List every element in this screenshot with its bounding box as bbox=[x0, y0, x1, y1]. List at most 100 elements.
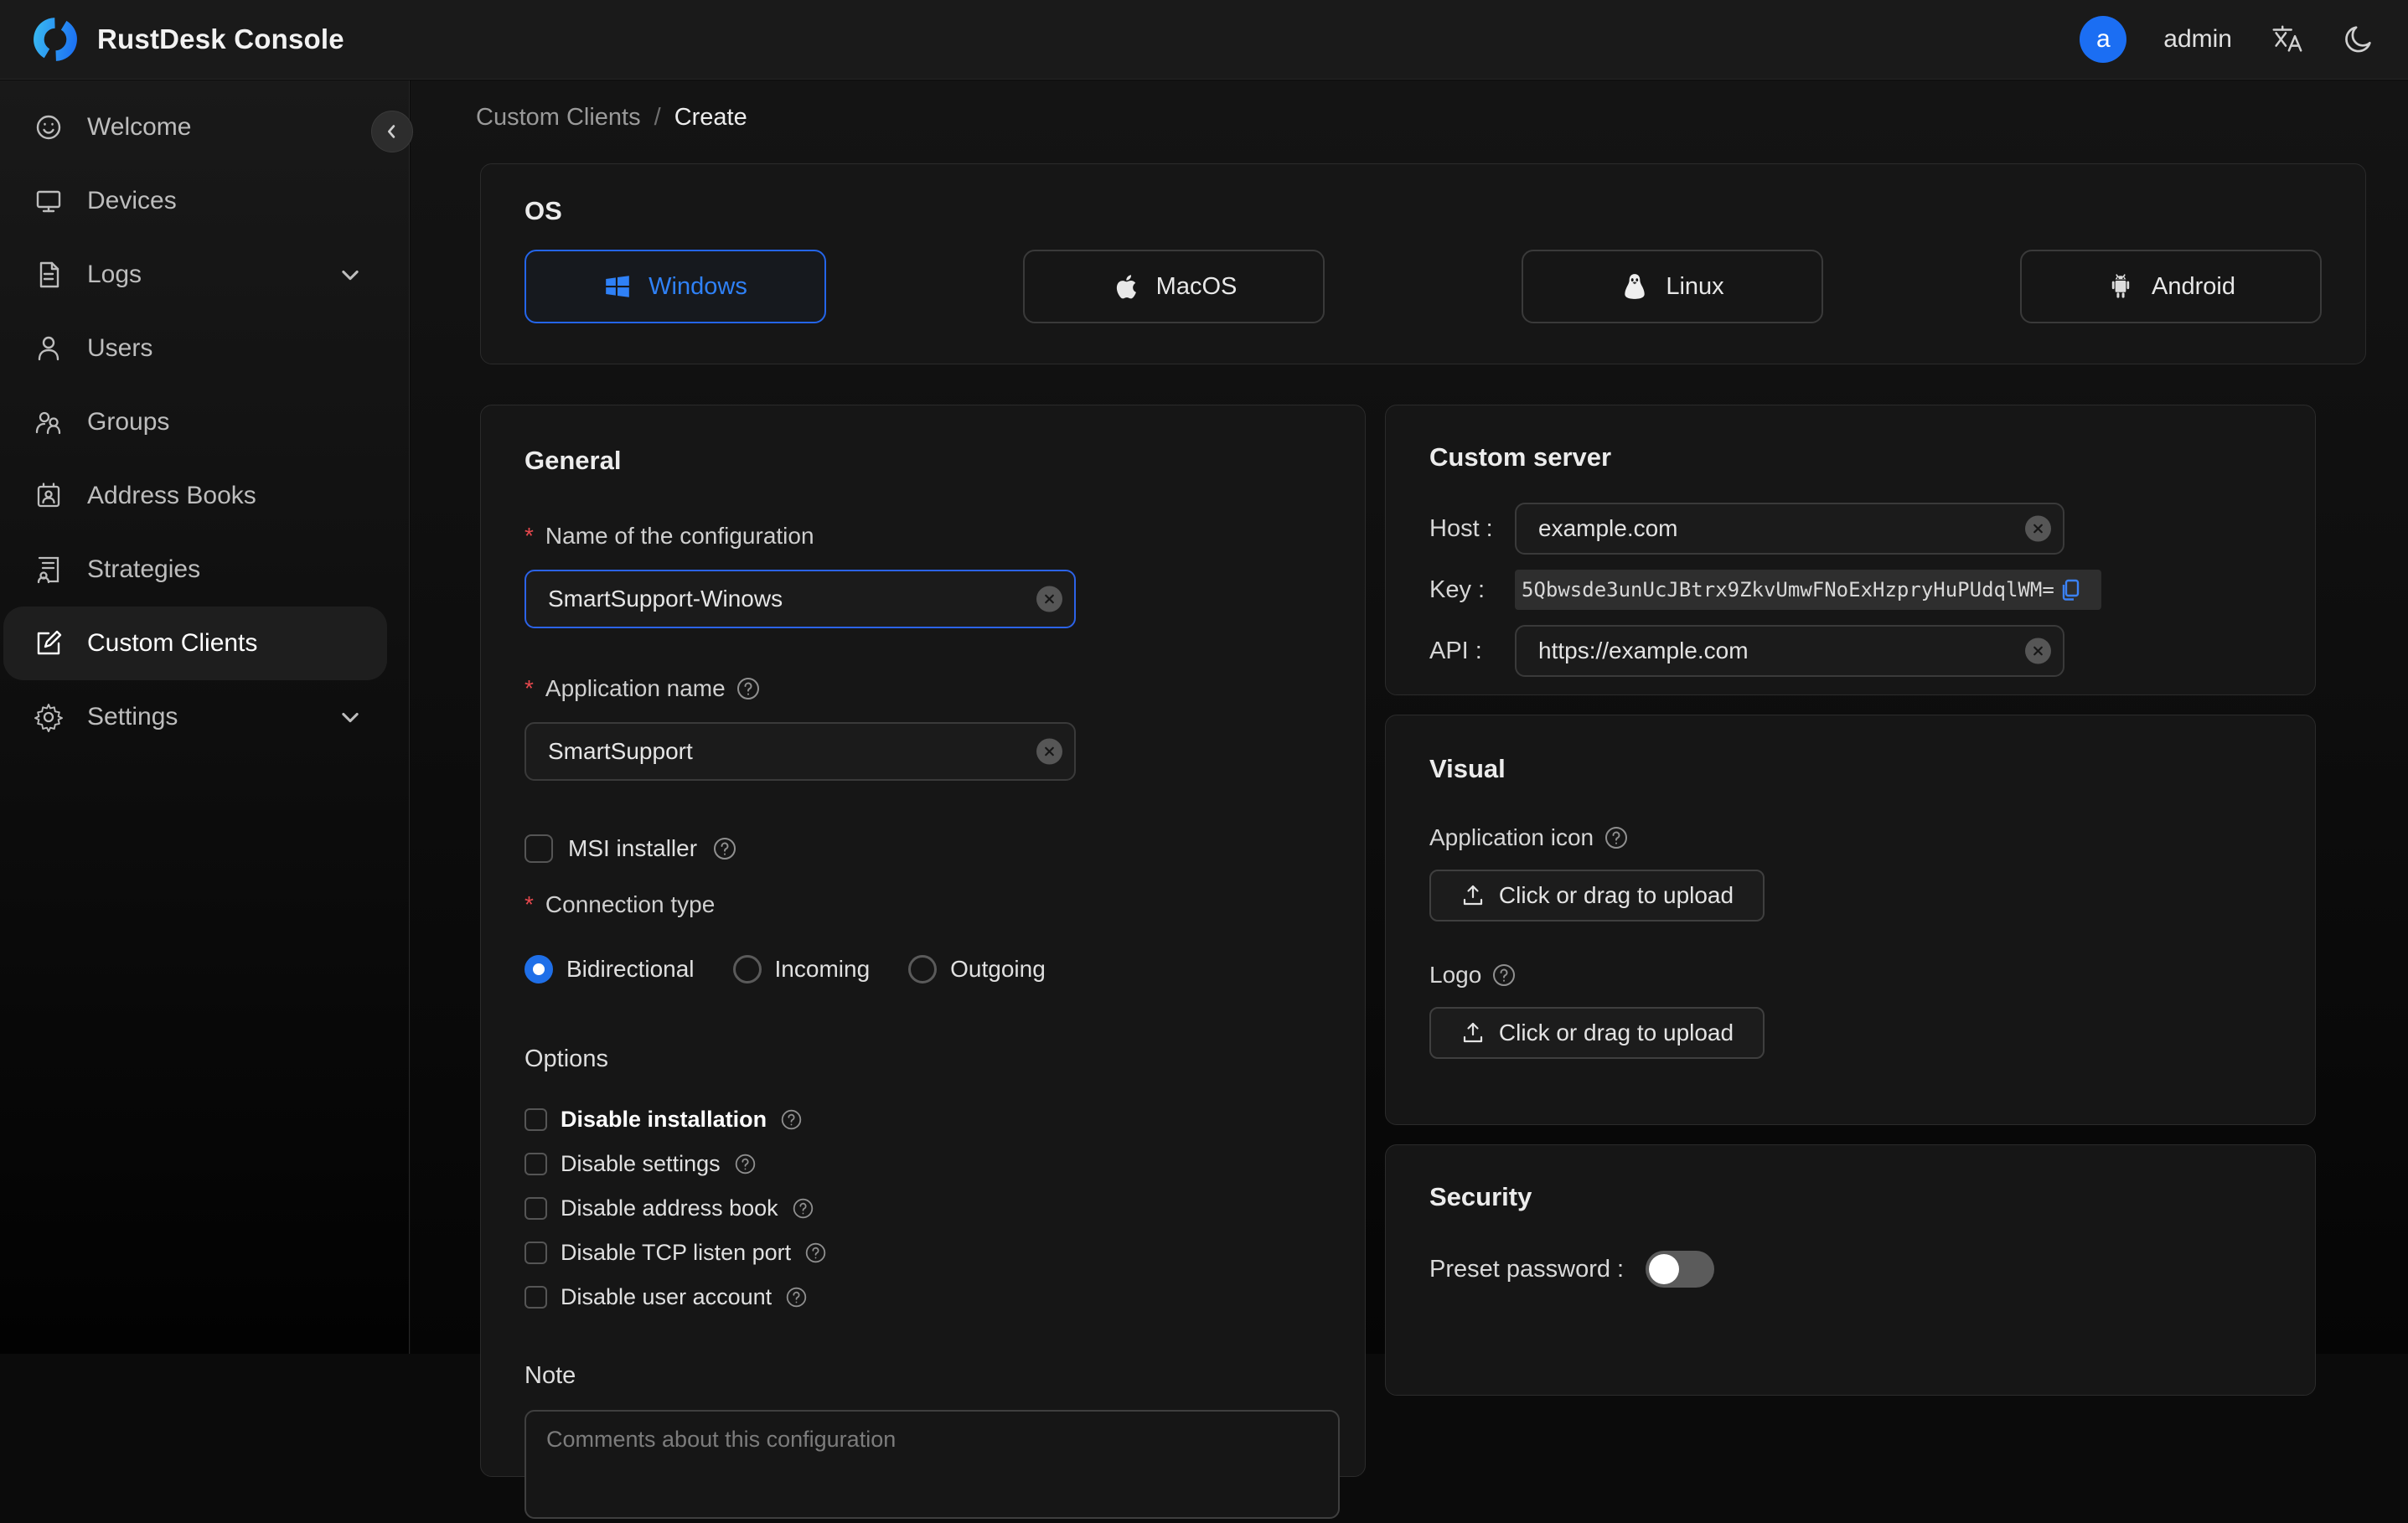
radio-incoming[interactable]: Incoming bbox=[733, 955, 871, 983]
clear-host-button[interactable] bbox=[2025, 516, 2051, 542]
key-row: Key : 5Qbwsde3unUcJBtrx9ZkvUmwFNoExHzpry… bbox=[1429, 570, 2271, 610]
custom-server-heading: Custom server bbox=[1429, 405, 2271, 472]
preset-password-toggle[interactable] bbox=[1646, 1251, 1714, 1288]
host-input[interactable] bbox=[1515, 503, 2064, 555]
radio-control[interactable] bbox=[908, 955, 937, 983]
name-config-label: * Name of the configuration bbox=[524, 523, 1321, 550]
upload-logo-button[interactable]: Click or drag to upload bbox=[1429, 1007, 1765, 1059]
clear-api-button[interactable] bbox=[2025, 638, 2051, 664]
help-icon[interactable] bbox=[804, 1242, 827, 1264]
os-button-linux[interactable]: Linux bbox=[1522, 250, 1823, 323]
copy-icon bbox=[2058, 577, 2083, 602]
msi-installer-checkbox[interactable] bbox=[524, 834, 553, 863]
upload-application-icon-button[interactable]: Click or drag to upload bbox=[1429, 870, 1765, 922]
option-checkbox[interactable] bbox=[524, 1197, 547, 1220]
top-bar: RustDesk Console a admin bbox=[0, 0, 2408, 80]
breadcrumb-separator: / bbox=[654, 104, 661, 132]
api-label: API : bbox=[1429, 638, 1515, 665]
linux-penguin-icon bbox=[1620, 272, 1649, 301]
radio-outgoing[interactable]: Outgoing bbox=[908, 955, 1046, 983]
radio-control[interactable] bbox=[733, 955, 762, 983]
sidebar-item-strategies[interactable]: Strategies bbox=[0, 533, 409, 607]
option-checkbox[interactable] bbox=[524, 1108, 547, 1131]
sidebar-item-label: Strategies bbox=[87, 555, 200, 584]
clear-name-button[interactable] bbox=[1036, 586, 1062, 612]
edit-square-icon bbox=[34, 628, 64, 658]
preset-password-label: Preset password : bbox=[1429, 1256, 1624, 1283]
help-icon[interactable] bbox=[736, 676, 761, 701]
key-value: 5Qbwsde3unUcJBtrx9ZkvUmwFNoExHzpryHuPUdq… bbox=[1522, 578, 2054, 601]
radio-bidirectional[interactable]: Bidirectional bbox=[524, 955, 695, 983]
help-icon[interactable] bbox=[785, 1286, 808, 1309]
os-heading: OS bbox=[524, 164, 2322, 226]
sidebar-item-users[interactable]: Users bbox=[0, 312, 409, 385]
help-icon[interactable] bbox=[780, 1108, 803, 1131]
sidebar-item-label: Custom Clients bbox=[87, 629, 257, 658]
sidebar-item-welcome[interactable]: Welcome bbox=[0, 90, 409, 164]
dark-mode-moon-icon[interactable] bbox=[2341, 22, 2376, 57]
msi-installer-row: MSI installer bbox=[524, 834, 1321, 863]
breadcrumb-parent[interactable]: Custom Clients bbox=[476, 104, 641, 132]
sidebar-item-settings[interactable]: Settings bbox=[0, 680, 409, 754]
general-card: General * Name of the configuration * Ap… bbox=[480, 405, 1366, 1477]
monitor-icon bbox=[34, 186, 64, 216]
sidebar-item-devices[interactable]: Devices bbox=[0, 164, 409, 238]
options-heading: Options bbox=[524, 1045, 1321, 1073]
visual-heading: Visual bbox=[1429, 715, 2271, 784]
note-textarea[interactable] bbox=[524, 1410, 1340, 1519]
api-input[interactable] bbox=[1515, 625, 2064, 677]
sidebar: Welcome Devices Logs Users Groups bbox=[0, 80, 410, 1354]
help-icon[interactable] bbox=[734, 1153, 757, 1175]
log-file-icon bbox=[34, 260, 64, 290]
translate-icon[interactable] bbox=[2269, 22, 2304, 57]
general-heading: General bbox=[524, 446, 1321, 476]
sidebar-item-custom-clients[interactable]: Custom Clients bbox=[3, 607, 387, 680]
sidebar-item-label: Groups bbox=[87, 408, 169, 436]
clear-app-name-button[interactable] bbox=[1036, 739, 1062, 765]
avatar[interactable]: a bbox=[2080, 16, 2126, 63]
host-label: Host : bbox=[1429, 515, 1515, 543]
api-row: API : bbox=[1429, 625, 2271, 677]
sidebar-item-label: Welcome bbox=[87, 113, 191, 142]
application-icon-label: Application icon bbox=[1429, 824, 2271, 851]
help-icon[interactable] bbox=[1604, 825, 1629, 850]
name-config-input[interactable] bbox=[524, 570, 1076, 628]
option-checkbox[interactable] bbox=[524, 1286, 547, 1309]
os-button-label: Android bbox=[2152, 273, 2235, 301]
os-button-macos[interactable]: MacOS bbox=[1023, 250, 1325, 323]
option-disable-user-account: Disable user account bbox=[524, 1284, 1321, 1310]
toggle-knob bbox=[1649, 1254, 1679, 1284]
visual-card: Visual Application icon Click or drag to… bbox=[1385, 715, 2316, 1125]
option-checkbox[interactable] bbox=[524, 1242, 547, 1264]
x-icon bbox=[1043, 746, 1056, 758]
app-name-label: * Application name bbox=[524, 675, 1321, 702]
main-content: Custom Clients / Create OS Windows MacOS bbox=[411, 80, 2408, 1354]
logo-label: Logo bbox=[1429, 962, 2271, 989]
sidebar-collapse-button[interactable] bbox=[371, 111, 413, 152]
x-icon bbox=[2032, 645, 2044, 658]
option-checkbox[interactable] bbox=[524, 1153, 547, 1175]
help-icon[interactable] bbox=[712, 836, 737, 861]
key-value-chip: 5Qbwsde3unUcJBtrx9ZkvUmwFNoExHzpryHuPUdq… bbox=[1515, 570, 2101, 610]
os-card: OS Windows MacOS bbox=[480, 163, 2366, 364]
sidebar-item-logs[interactable]: Logs bbox=[0, 238, 409, 312]
copy-key-button[interactable] bbox=[2058, 576, 2085, 603]
os-button-windows[interactable]: Windows bbox=[524, 250, 826, 323]
group-icon bbox=[34, 407, 64, 437]
help-icon[interactable] bbox=[1491, 963, 1517, 988]
os-button-android[interactable]: Android bbox=[2020, 250, 2322, 323]
smiley-icon bbox=[34, 112, 64, 142]
sidebar-item-address-books[interactable]: Address Books bbox=[0, 459, 409, 533]
option-disable-address-book: Disable address book bbox=[524, 1195, 1321, 1221]
help-icon[interactable] bbox=[792, 1197, 814, 1220]
sidebar-item-groups[interactable]: Groups bbox=[0, 385, 409, 459]
user-icon bbox=[34, 333, 64, 364]
rustdesk-logo-icon bbox=[32, 16, 79, 63]
security-card: Security Preset password : bbox=[1385, 1144, 2316, 1396]
windows-icon bbox=[603, 272, 632, 301]
radio-control[interactable] bbox=[524, 955, 553, 983]
app-name-input[interactable] bbox=[524, 722, 1076, 781]
host-row: Host : bbox=[1429, 503, 2271, 555]
os-button-label: Linux bbox=[1666, 273, 1723, 301]
apple-icon bbox=[1111, 272, 1139, 301]
